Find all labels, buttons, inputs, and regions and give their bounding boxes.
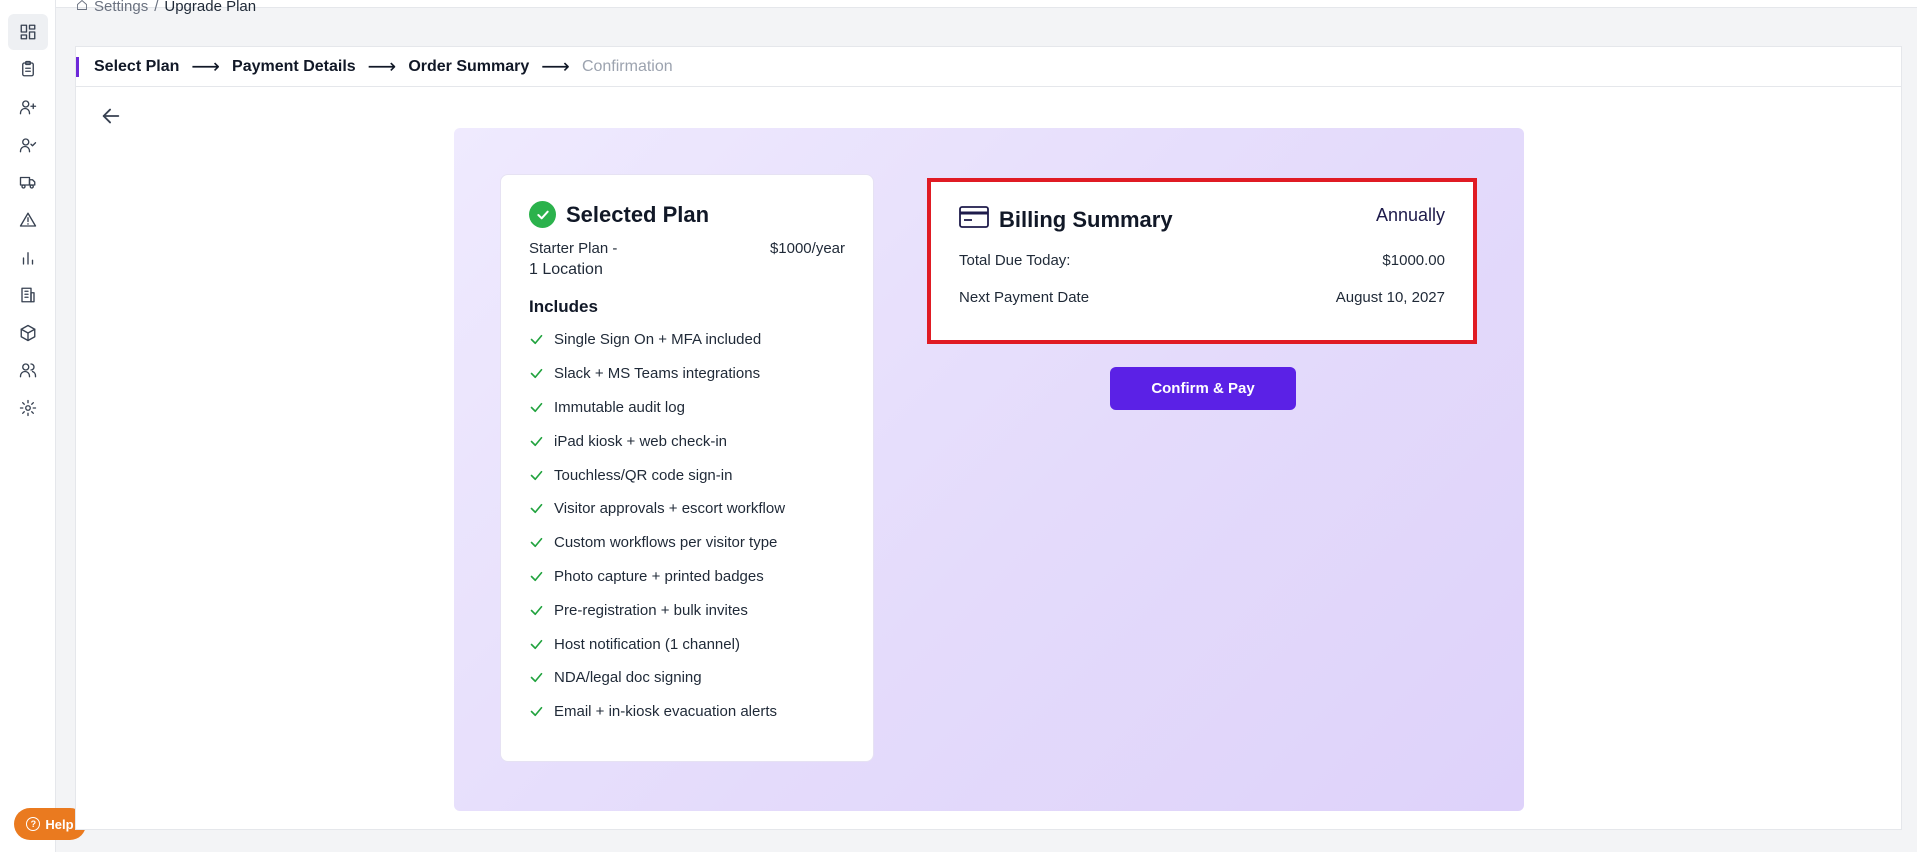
- check-icon: [530, 335, 543, 345]
- sidebar-item-users[interactable]: [8, 352, 48, 388]
- check-icon: [530, 605, 543, 615]
- alert-triangle-icon: [19, 212, 37, 227]
- sidebar-item-invite[interactable]: [8, 89, 48, 125]
- feature-item: Slack + MS Teams integrations: [529, 357, 845, 391]
- check-icon: [530, 369, 543, 379]
- breadcrumb: Settings / Upgrade Plan: [76, 0, 256, 15]
- check-circle-icon: [529, 201, 556, 228]
- building-icon: [21, 287, 35, 303]
- order-summary-stage: Selected Plan Starter Plan - $1000/year …: [454, 128, 1524, 811]
- back-button[interactable]: [98, 103, 124, 129]
- step-arrow-icon: ⟶: [541, 56, 570, 78]
- check-icon: [530, 571, 543, 582]
- sidebar-item-alerts[interactable]: [8, 202, 48, 238]
- feature-label: Immutable audit log: [554, 398, 685, 416]
- step-order-summary: Order Summary: [408, 57, 530, 75]
- step-confirmation: Confirmation: [581, 57, 673, 75]
- sidebar-item-locations[interactable]: [8, 277, 48, 313]
- feature-label: Email + in-kiosk evacuation alerts: [554, 703, 778, 721]
- feature-item: Touchless/QR code sign-in: [529, 458, 845, 492]
- bar-chart-icon: [22, 252, 34, 265]
- total-due-label: Total Due Today:: [959, 252, 1071, 269]
- sidebar-item-dashboard[interactable]: [8, 14, 48, 50]
- plan-name: Starter Plan -: [529, 240, 618, 257]
- next-payment-value: August 10, 2027: [1335, 289, 1445, 306]
- sidebar-item-analytics[interactable]: [8, 240, 48, 276]
- arrow-left-icon: [102, 108, 120, 124]
- user-check-icon: [19, 138, 37, 153]
- feature-list: Single Sign On + MFA included Slack + MS …: [529, 323, 845, 729]
- feature-item: NDA/legal doc signing: [529, 661, 845, 695]
- sidebar-item-settings[interactable]: [8, 390, 48, 426]
- next-payment-row: Next Payment Date August 10, 2027: [959, 289, 1445, 306]
- help-icon: ?: [26, 817, 41, 831]
- dashboard-icon: [20, 24, 36, 40]
- feature-item: Photo capture + printed badges: [529, 560, 845, 594]
- breadcrumb-separator: /: [154, 0, 159, 15]
- total-due-row: Total Due Today: $1000.00: [959, 252, 1445, 269]
- feature-label: Single Sign On + MFA included: [554, 331, 762, 349]
- feature-label: NDA/legal doc signing: [554, 669, 702, 687]
- sidebar-item-packages[interactable]: [8, 315, 48, 351]
- feature-label: Pre-registration + bulk invites: [554, 601, 748, 619]
- feature-item: Email + in-kiosk evacuation alerts: [529, 695, 845, 729]
- check-icon: [530, 673, 543, 683]
- check-icon: [530, 538, 543, 548]
- clipboard-icon: [22, 60, 34, 77]
- step-select-plan[interactable]: Select Plan: [94, 58, 179, 76]
- credit-card-icon: [959, 206, 989, 234]
- main-panel: Select Plan ⟶ Payment Details ⟶ Order Su…: [75, 46, 1902, 830]
- feature-label: Slack + MS Teams integrations: [554, 365, 761, 383]
- feature-item: iPad kiosk + web check-in: [529, 424, 845, 458]
- plan-price: $1000/year: [769, 240, 845, 257]
- sidebar-rail: [0, 0, 56, 852]
- feature-label: iPad kiosk + web check-in: [554, 432, 727, 450]
- feature-item: Immutable audit log: [529, 391, 845, 425]
- sidebar-item-deliveries[interactable]: [8, 164, 48, 200]
- users-icon: [19, 363, 37, 378]
- billing-title: Billing Summary: [999, 207, 1173, 232]
- package-icon: [20, 324, 36, 342]
- check-icon: [530, 504, 543, 514]
- check-icon: [530, 707, 543, 717]
- feature-label: Host notification (1 channel): [554, 635, 740, 653]
- check-icon: [530, 639, 543, 649]
- step-indicator-bar: [76, 57, 79, 77]
- feature-label: Photo capture + printed badges: [554, 567, 764, 585]
- checkout-steps: Select Plan ⟶ Payment Details ⟶ Order Su…: [76, 47, 1901, 87]
- sidebar-item-logbook[interactable]: [8, 51, 48, 87]
- help-label: Help: [45, 816, 74, 832]
- feature-item: Single Sign On + MFA included: [529, 323, 845, 357]
- check-icon: [530, 470, 543, 480]
- truck-icon: [19, 176, 36, 189]
- step-arrow-icon: ⟶: [367, 56, 397, 78]
- plan-title: Selected Plan: [566, 201, 710, 227]
- home-icon[interactable]: [76, 0, 88, 15]
- check-icon: [530, 402, 543, 413]
- feature-label: Custom workflows per visitor type: [554, 534, 778, 552]
- breadcrumb-current: Upgrade Plan: [164, 0, 257, 15]
- breadcrumb-settings[interactable]: Settings: [94, 0, 148, 15]
- check-icon: [530, 436, 543, 446]
- feature-label: Visitor approvals + escort workflow: [554, 500, 786, 518]
- feature-item: Visitor approvals + escort workflow: [529, 492, 845, 526]
- top-bar: [56, 0, 1917, 8]
- plan-locations: 1 Location: [529, 261, 603, 278]
- billing-summary-card: Billing Summary Annually Total Due Today…: [927, 178, 1477, 344]
- feature-label: Touchless/QR code sign-in: [554, 466, 733, 484]
- total-due-value: $1000.00: [1382, 252, 1445, 269]
- confirm-pay-button[interactable]: Confirm & Pay: [1110, 367, 1296, 410]
- gear-icon: [19, 399, 37, 417]
- feature-item: Custom workflows per visitor type: [529, 526, 845, 560]
- selected-plan-card: Selected Plan Starter Plan - $1000/year …: [500, 174, 874, 762]
- next-payment-label: Next Payment Date: [959, 289, 1090, 306]
- billing-cycle: Annually: [1375, 205, 1445, 225]
- step-payment-details[interactable]: Payment Details: [232, 58, 356, 76]
- user-plus-icon: [19, 100, 37, 115]
- includes-heading: Includes: [529, 297, 598, 316]
- step-arrow-icon: ⟶: [191, 56, 221, 78]
- feature-item: Host notification (1 channel): [529, 627, 845, 661]
- feature-item: Pre-registration + bulk invites: [529, 593, 845, 627]
- sidebar-item-approvals[interactable]: [8, 127, 48, 163]
